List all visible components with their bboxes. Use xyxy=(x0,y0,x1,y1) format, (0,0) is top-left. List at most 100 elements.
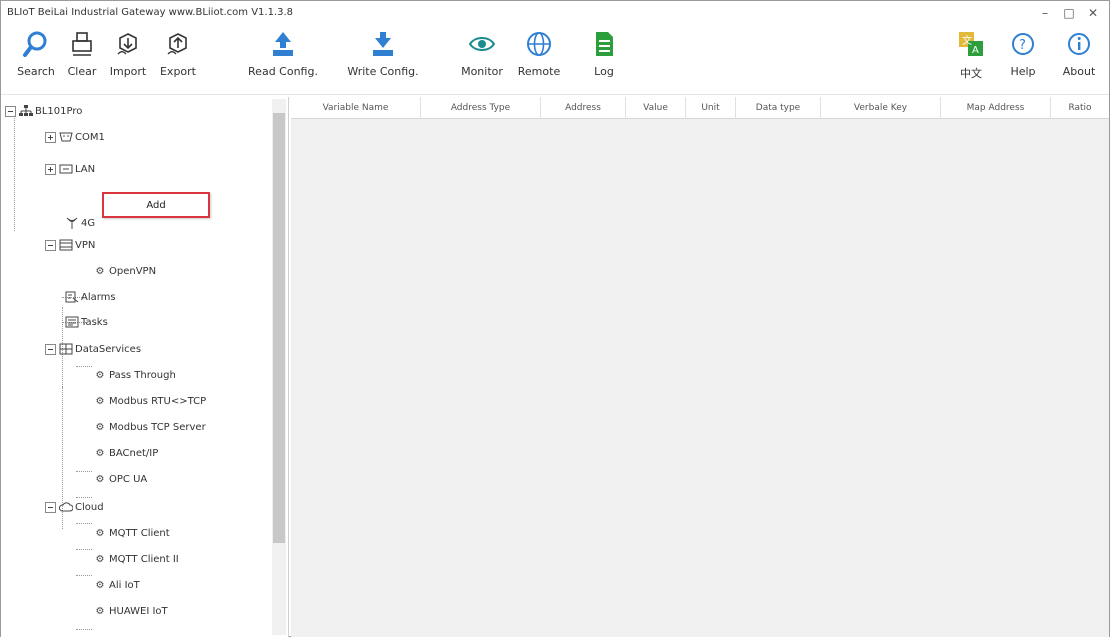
clear-icon xyxy=(67,29,97,59)
about-button[interactable]: About xyxy=(1053,29,1105,91)
device-tree[interactable]: BL101Pro COM1 LAN 4G VPN ⚙ OpenVPN Alarm… xyxy=(1,97,289,637)
tree-node-com1[interactable]: COM1 xyxy=(45,127,105,147)
tree-node-bacnet-ip[interactable]: ⚙ BACnet/IP xyxy=(93,443,159,463)
log-button[interactable]: Log xyxy=(583,29,625,91)
column-header[interactable]: Variable Name xyxy=(291,97,421,119)
column-header[interactable]: Unit xyxy=(686,97,736,119)
column-header[interactable]: Address xyxy=(541,97,626,119)
tree-label-lan: LAN xyxy=(75,163,96,175)
gear-icon: ⚙ xyxy=(95,553,105,565)
clear-button[interactable]: Clear xyxy=(61,29,103,91)
eye-icon xyxy=(467,29,497,59)
svg-text:A: A xyxy=(972,45,979,56)
import-icon xyxy=(113,29,143,59)
tree-node-alarms[interactable]: Alarms xyxy=(65,287,116,307)
tree-node-ali-iot[interactable]: ⚙ Ali IoT xyxy=(93,575,140,595)
vpn-icon xyxy=(59,239,73,251)
gear-icon: ⚙ xyxy=(95,447,105,459)
tree-label-vpn: VPN xyxy=(75,239,96,251)
tree-node-4g[interactable]: 4G xyxy=(65,213,95,233)
monitor-button[interactable]: Monitor xyxy=(453,29,511,91)
gear-icon: ⚙ xyxy=(95,579,105,591)
monitor-label: Monitor xyxy=(461,65,503,78)
tree-node-vpn[interactable]: VPN xyxy=(45,235,95,255)
tree-label-modbus-rtu-tcp: Modbus RTU<>TCP xyxy=(109,395,207,407)
tree-node-tasks[interactable]: Tasks xyxy=(65,312,108,332)
collapse-icon[interactable] xyxy=(45,501,56,513)
tree-node-huawei-iot[interactable]: ⚙ HUAWEI IoT xyxy=(93,601,168,621)
tree-label-mqtt-client-ii: MQTT Client II xyxy=(109,553,179,565)
expand-icon[interactable] xyxy=(45,131,56,143)
export-button[interactable]: Export xyxy=(151,29,205,91)
write-config-button[interactable]: Write Config. xyxy=(343,29,423,91)
variable-grid[interactable]: Variable Name Address Type Address Value… xyxy=(291,97,1109,637)
grid-header: Variable Name Address Type Address Value… xyxy=(291,97,1109,119)
tree-label-opc-ua: OPC UA xyxy=(109,473,148,485)
clear-label: Clear xyxy=(67,65,97,78)
column-header[interactable]: Address Type xyxy=(421,97,541,119)
search-button[interactable]: Search xyxy=(9,29,63,91)
tree-node-openvpn[interactable]: ⚙ OpenVPN xyxy=(93,261,157,281)
tree-label-root: BL101Pro xyxy=(35,105,83,117)
serial-port-icon xyxy=(59,131,73,143)
minimize-button[interactable]: – xyxy=(1033,3,1057,23)
tree-label-com1: COM1 xyxy=(75,131,105,143)
language-button[interactable]: 文A 中文 xyxy=(951,29,991,91)
tree-connector xyxy=(76,549,92,550)
read-config-button[interactable]: Read Config. xyxy=(243,29,323,91)
tree-label-tasks: Tasks xyxy=(81,316,108,328)
svg-text:?: ? xyxy=(1019,38,1026,53)
help-button[interactable]: ? Help xyxy=(1003,29,1043,91)
tree-node-lan[interactable]: LAN xyxy=(45,159,95,179)
tree-connector xyxy=(76,523,92,524)
tree-connector xyxy=(76,471,92,472)
collapse-icon[interactable] xyxy=(45,239,56,251)
svg-text:文: 文 xyxy=(962,34,972,47)
maximize-button[interactable]: □ xyxy=(1057,3,1081,23)
tree-label-alarms: Alarms xyxy=(81,291,116,303)
column-header[interactable]: Value xyxy=(626,97,686,119)
tree-node-pass-through[interactable]: ⚙ Pass Through xyxy=(93,365,176,385)
column-header[interactable]: Map Address xyxy=(941,97,1051,119)
tree-node-opc-ua[interactable]: ⚙ OPC UA xyxy=(93,469,148,489)
import-button[interactable]: Import xyxy=(101,29,155,91)
column-header[interactable]: Ratio xyxy=(1051,97,1109,119)
tree-node-dataservices[interactable]: DataServices xyxy=(45,339,141,359)
help-label: Help xyxy=(1010,65,1036,78)
expand-icon[interactable] xyxy=(45,163,56,175)
remote-label: Remote xyxy=(517,65,561,78)
tree-node-modbus-tcp-server[interactable]: ⚙ Modbus TCP Server xyxy=(93,417,206,437)
lan-icon xyxy=(59,163,73,175)
toolbar: Search Clear Import Export Read Config. xyxy=(1,25,1109,95)
gear-icon: ⚙ xyxy=(95,369,105,381)
app-window: BLIoT BeiLai Industrial Gateway www.BLii… xyxy=(0,0,1110,637)
tree-connector xyxy=(76,629,92,630)
tree-node-cloud[interactable]: Cloud xyxy=(45,497,104,517)
tree-label-cloud: Cloud xyxy=(75,501,104,513)
gear-icon: ⚙ xyxy=(95,605,105,617)
gear-icon: ⚙ xyxy=(95,527,105,539)
write-config-label: Write Config. xyxy=(347,65,419,78)
gear-icon: ⚙ xyxy=(95,421,105,433)
tree-scrollbar[interactable] xyxy=(272,99,286,635)
collapse-icon[interactable] xyxy=(45,343,56,355)
gear-icon: ⚙ xyxy=(95,265,105,277)
context-menu-add[interactable]: Add xyxy=(146,200,165,211)
tree-node-mqtt-client-ii[interactable]: ⚙ MQTT Client II xyxy=(93,549,179,569)
tree-connector xyxy=(14,111,15,231)
tree-scrollbar-thumb[interactable] xyxy=(273,113,285,543)
tree-label-ali-iot: Ali IoT xyxy=(109,579,140,591)
remote-button[interactable]: Remote xyxy=(513,29,565,91)
close-button[interactable]: ✕ xyxy=(1081,3,1105,23)
tree-node-root[interactable]: BL101Pro xyxy=(5,101,82,121)
tree-connector xyxy=(62,387,63,497)
dataservices-icon xyxy=(59,343,73,355)
collapse-icon[interactable] xyxy=(5,105,16,117)
tree-connector xyxy=(76,366,92,367)
column-header[interactable]: Verbale Key xyxy=(821,97,941,119)
tree-label-huawei-iot: HUAWEI IoT xyxy=(109,605,168,617)
tree-node-modbus-rtu-tcp[interactable]: ⚙ Modbus RTU<>TCP xyxy=(93,391,207,411)
tree-node-mqtt-client[interactable]: ⚙ MQTT Client xyxy=(93,523,170,543)
about-label: About xyxy=(1062,65,1096,78)
column-header[interactable]: Data type xyxy=(736,97,821,119)
